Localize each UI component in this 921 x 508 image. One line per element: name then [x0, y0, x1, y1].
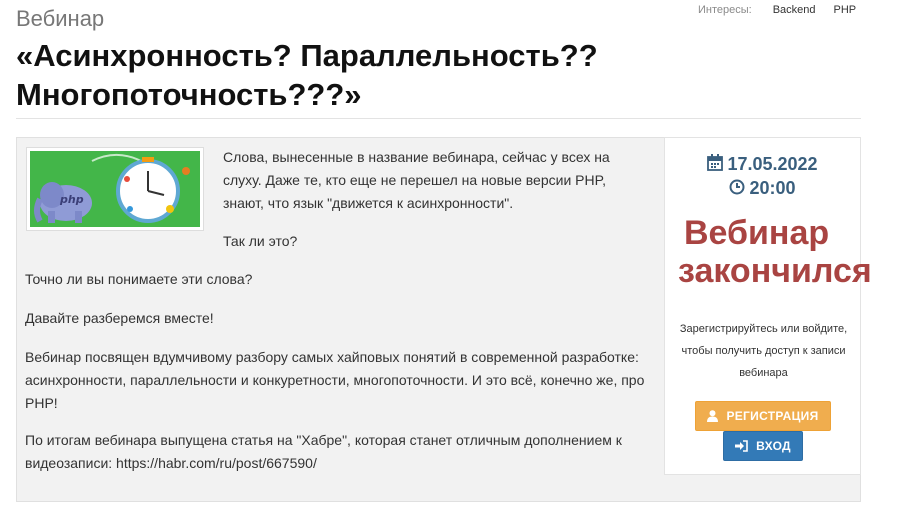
- webinar-illustration: php: [30, 151, 200, 227]
- calendar-icon: [707, 154, 724, 171]
- sign-in-icon: [735, 440, 748, 452]
- webinar-time-text: 20:00: [749, 178, 796, 198]
- ended-line-2: закончился: [678, 252, 872, 290]
- interests-label: Интересы:: [698, 4, 752, 16]
- interest-tag-php[interactable]: PHP: [834, 4, 857, 16]
- page-kicker: Вебинар: [16, 6, 105, 31]
- login-button[interactable]: ВХОД: [723, 431, 803, 461]
- register-button[interactable]: РЕГИСТРАЦИЯ: [695, 401, 831, 431]
- header-divider: [16, 118, 861, 119]
- user-icon: [707, 410, 719, 422]
- webinar-sidebar: 17.05.2022 20:00 Зарегистрируйтесь или в…: [664, 137, 861, 475]
- webinar-date: 17.05.2022: [665, 154, 860, 175]
- description-paragraph-1: Слова, вынесенные в название вебинара, с…: [223, 149, 610, 211]
- description-paragraph-6: По итогам вебинара выпущена статья на "Х…: [25, 432, 622, 471]
- svg-text:php: php: [59, 193, 84, 206]
- interests-bar: Интересы: Backend PHP: [698, 4, 874, 16]
- ended-line-1: Вебинар: [684, 214, 830, 252]
- description-paragraph-4: Давайте разберемся вместе!: [25, 310, 214, 326]
- clock-icon: [729, 179, 745, 195]
- login-button-label: ВХОД: [756, 439, 791, 453]
- page-title: «Асинхронность? Параллельность?? Многопо…: [16, 38, 598, 112]
- register-button-label: РЕГИСТРАЦИЯ: [726, 409, 819, 423]
- interest-tag-backend[interactable]: Backend: [773, 4, 816, 16]
- webinar-thumbnail: php: [26, 147, 204, 231]
- webinar-time: 20:00: [665, 178, 860, 199]
- webinar-date-text: 17.05.2022: [727, 154, 818, 174]
- description-paragraph-5: Вебинар посвящен вдумчивому разбору самы…: [25, 349, 645, 411]
- description-paragraph-2: Так ли это?: [223, 233, 298, 249]
- description-paragraph-3: Точно ли вы понимаете эти слова?: [25, 271, 253, 287]
- register-note: Зарегистрируйтесь или войдите, чтобы пол…: [679, 323, 848, 379]
